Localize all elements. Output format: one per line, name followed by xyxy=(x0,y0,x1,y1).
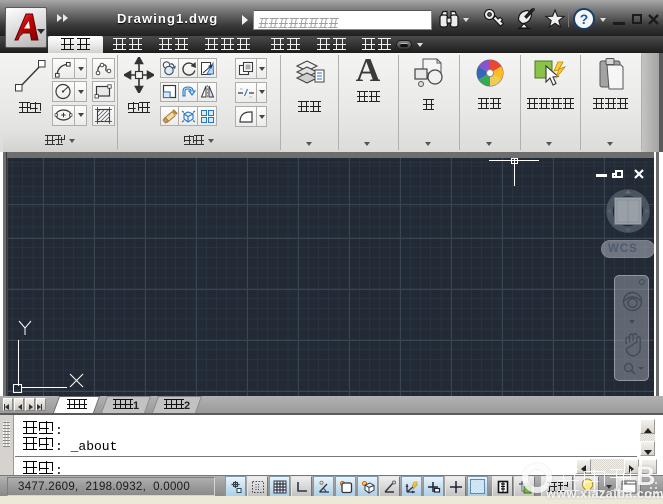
svg-text:?: ? xyxy=(580,11,589,27)
